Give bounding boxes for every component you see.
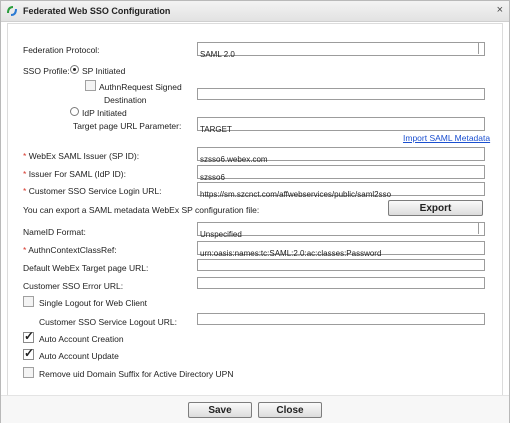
default-target-url-input[interactable]: [197, 259, 485, 271]
dialog-footer: [1, 395, 509, 423]
single-logout-label: Single Logout for Web Client: [39, 298, 148, 308]
required-marker: *: [23, 186, 27, 196]
auto-account-update-checkbox[interactable]: [23, 346, 34, 360]
default-target-url-label: Default WebEx Target page URL:: [23, 263, 149, 273]
login-url-label-text: Customer SSO Service Login URL:: [28, 186, 162, 196]
sp-initiated-label: SP Initiated: [82, 66, 126, 76]
error-url-label: Customer SSO Error URL:: [23, 281, 124, 291]
idp-initiated-label: IdP Initiated: [82, 108, 127, 118]
login-url-label: * Customer SSO Service Login URL:: [23, 186, 161, 196]
close-icon[interactable]: ×: [497, 4, 503, 16]
remove-uid-suffix-label: Remove uid Domain Suffix for Active Dire…: [39, 369, 234, 379]
idp-initiated-radio[interactable]: [70, 107, 79, 116]
destination-input[interactable]: [197, 88, 485, 100]
auto-account-creation-checkbox[interactable]: [23, 329, 34, 343]
logout-url-input[interactable]: [197, 313, 485, 325]
authn-context-input[interactable]: urn:oasis:names:tc:SAML:2.0:ac:classes:P…: [197, 241, 485, 258]
sp-id-label-text: WebEx SAML Issuer (SP ID):: [28, 151, 140, 161]
idp-id-label: * Issuer For SAML (IdP ID):: [23, 169, 126, 179]
nameid-format-value: Unspecified: [200, 230, 242, 239]
idp-id-label-text: Issuer For SAML (IdP ID):: [28, 169, 126, 179]
required-marker: *: [23, 151, 27, 161]
authn-signed-checkbox[interactable]: [85, 80, 96, 91]
federation-protocol-select[interactable]: SAML 2.0: [197, 42, 485, 59]
remove-uid-suffix-checkbox[interactable]: [23, 367, 34, 378]
export-description: You can export a SAML metadata WebEx SP …: [23, 205, 260, 215]
save-button[interactable]: Save: [188, 402, 252, 418]
authn-context-label: * AuthnContextClassRef:: [23, 245, 117, 255]
destination-label: Destination: [104, 95, 147, 105]
target-param-input[interactable]: TARGET: [197, 117, 485, 134]
target-param-value: TARGET: [200, 125, 232, 134]
single-logout-checkbox[interactable]: [23, 296, 34, 307]
auto-account-update-label: Auto Account Update: [39, 351, 119, 361]
required-marker: *: [23, 245, 27, 255]
sp-id-label: * WebEx SAML Issuer (SP ID):: [23, 151, 139, 161]
export-button[interactable]: Export: [388, 200, 483, 216]
nameid-format-select[interactable]: Unspecified: [197, 222, 485, 239]
authn-context-value: urn:oasis:names:tc:SAML:2.0:ac:classes:P…: [200, 249, 382, 258]
import-saml-metadata-link[interactable]: Import SAML Metadata: [403, 133, 490, 143]
required-marker: *: [23, 169, 27, 179]
close-button[interactable]: Close: [258, 402, 322, 418]
error-url-input[interactable]: [197, 277, 485, 289]
sp-initiated-radio[interactable]: [70, 65, 79, 74]
window-title: Federated Web SSO Configuration: [23, 6, 171, 16]
authn-context-label-text: AuthnContextClassRef:: [28, 245, 117, 255]
federation-protocol-value: SAML 2.0: [200, 50, 235, 59]
sso-profile-label: SSO Profile:: [23, 66, 70, 76]
idp-id-value: szsso6: [200, 173, 225, 182]
select-arrow-icon: [478, 42, 485, 54]
logout-url-label: Customer SSO Service Logout URL:: [39, 317, 177, 327]
sp-id-input[interactable]: szsso6.webex.com: [197, 147, 485, 164]
sp-id-value: szsso6.webex.com: [200, 155, 268, 164]
target-param-label: Target page URL Parameter:: [73, 121, 182, 131]
login-url-value: https://sm.szcnct.com/affwebservices/pub…: [200, 190, 392, 199]
webex-logo-icon: [7, 6, 17, 16]
nameid-format-label: NameID Format:: [23, 227, 86, 237]
idp-id-input[interactable]: szsso6: [197, 165, 485, 182]
select-arrow-icon: [478, 222, 485, 234]
login-url-input[interactable]: https://sm.szcnct.com/affwebservices/pub…: [197, 182, 485, 199]
sso-config-dialog: Federated Web SSO Configuration × Federa…: [0, 0, 510, 423]
auto-account-creation-label: Auto Account Creation: [39, 334, 124, 344]
federation-protocol-label: Federation Protocol:: [23, 45, 100, 55]
title-bar: Federated Web SSO Configuration ×: [1, 1, 509, 22]
authn-signed-label: AuthnRequest Signed: [99, 82, 182, 92]
